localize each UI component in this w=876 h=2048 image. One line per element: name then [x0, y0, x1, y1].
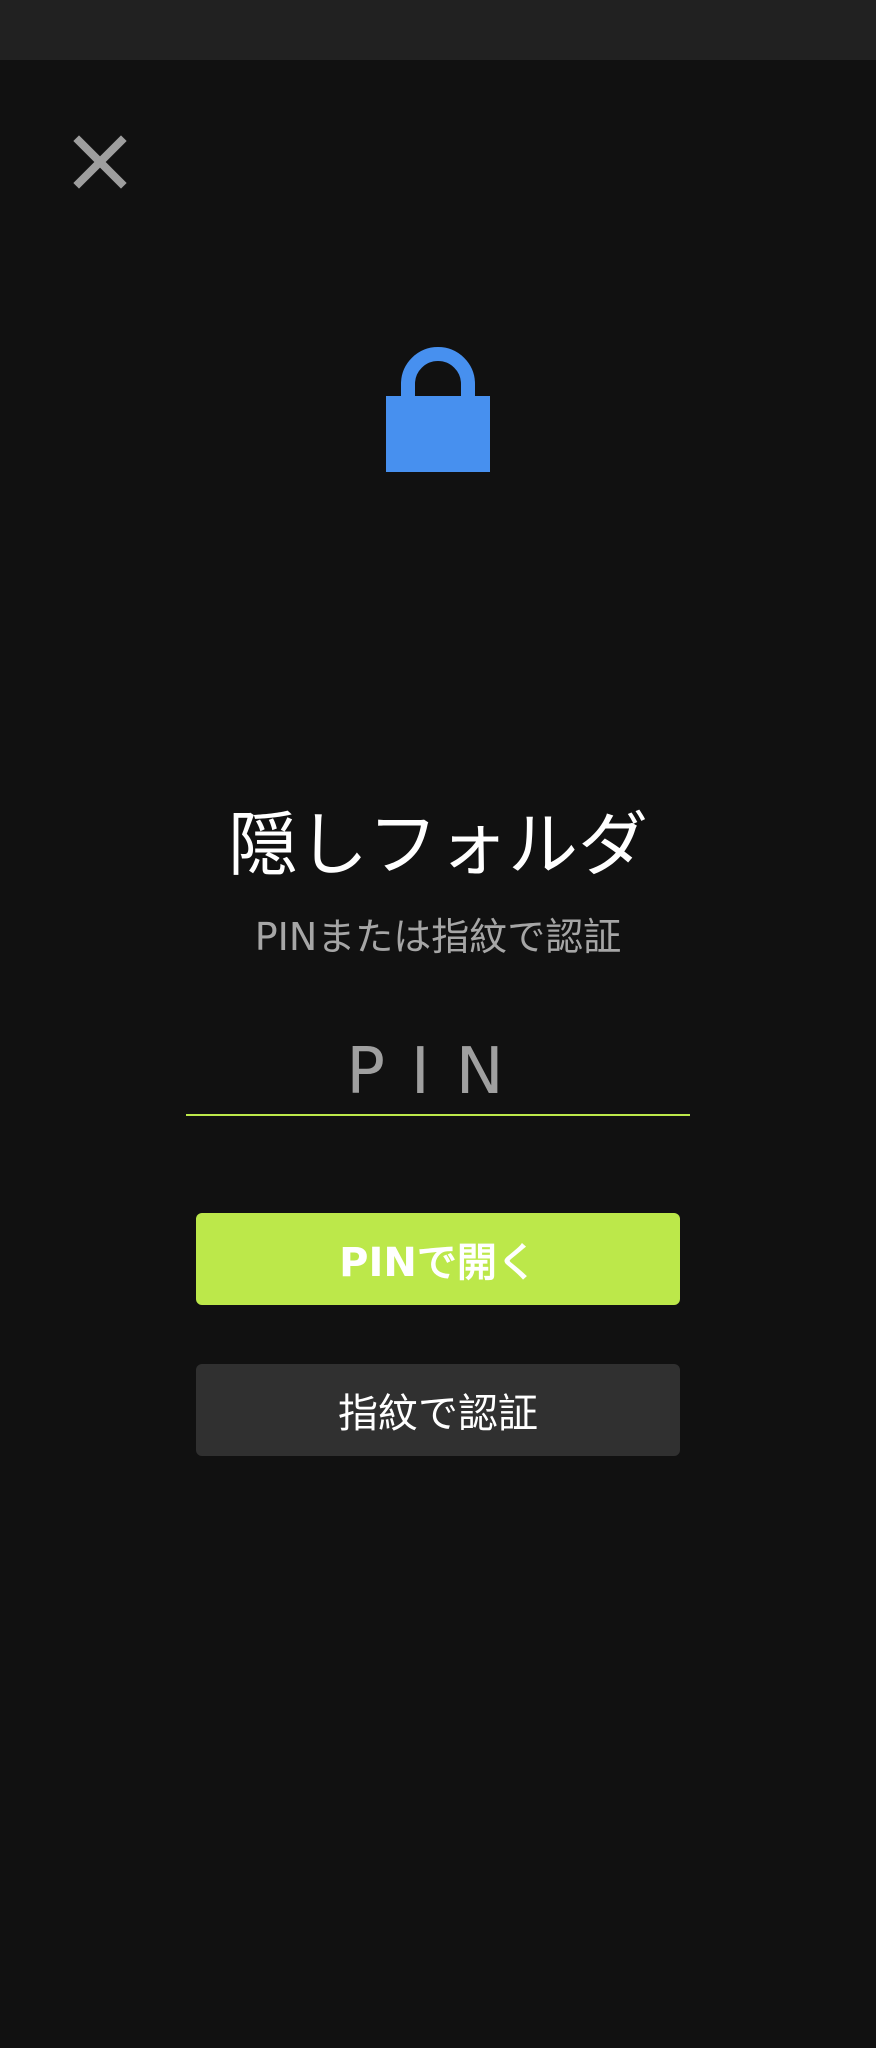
page-subtitle: PINまたは指紋で認証 [254, 915, 622, 959]
pin-input[interactable] [186, 1030, 690, 1116]
fingerprint-auth-label: 指紋で認証 [338, 1391, 538, 1437]
open-with-pin-label: PINで開く [339, 1240, 537, 1286]
close-icon [73, 135, 127, 189]
screen: 隠しフォルダ PINまたは指紋で認証 PINで開く 指紋で認証 [0, 0, 876, 2048]
close-button[interactable] [60, 122, 140, 202]
lock-icon [386, 347, 490, 472]
status-bar [0, 0, 876, 60]
open-with-pin-button[interactable]: PINで開く [196, 1213, 680, 1305]
fingerprint-auth-button[interactable]: 指紋で認証 [196, 1364, 680, 1456]
page-title: 隠しフォルダ [228, 804, 648, 886]
